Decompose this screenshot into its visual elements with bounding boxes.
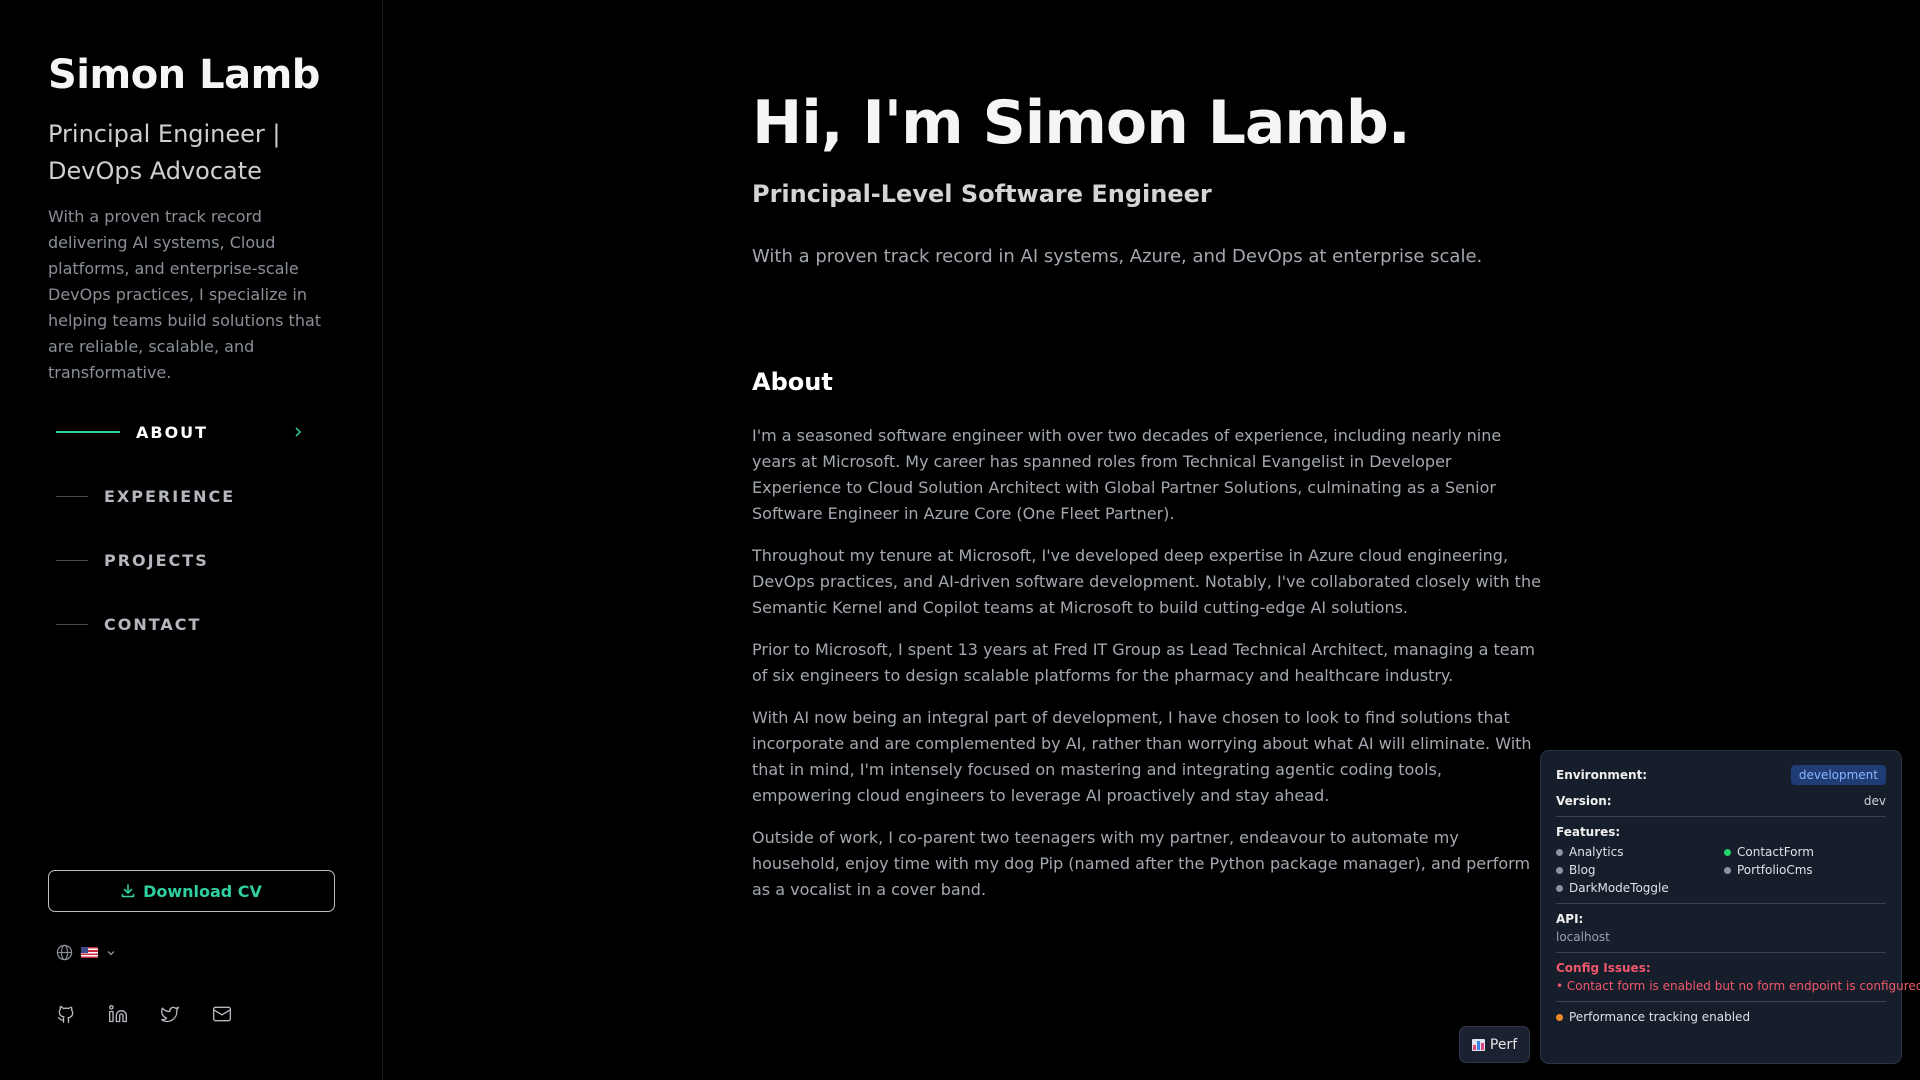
download-cv-button[interactable]: Download CV — [48, 870, 335, 912]
language-selector[interactable] — [56, 944, 116, 961]
chevron-right-icon — [295, 427, 302, 437]
nav-indicator-line — [56, 495, 88, 497]
status-dot-icon — [1556, 866, 1563, 874]
status-dot-icon — [1724, 848, 1731, 856]
nav-item-contact[interactable]: CONTACT — [56, 592, 316, 656]
social-links — [56, 1004, 232, 1024]
environment-badge: development — [1790, 765, 1886, 785]
version-label: Version: — [1556, 794, 1612, 808]
divider — [1556, 816, 1886, 817]
divider — [1556, 903, 1886, 904]
feature-item: Analytics — [1556, 845, 1724, 859]
bar-chart-icon — [1471, 1038, 1485, 1051]
environment-row: Environment: development — [1556, 765, 1886, 785]
version-row: Version: dev — [1556, 794, 1886, 808]
features-list: Analytics ContactForm Blog PortfolioCms … — [1556, 845, 1886, 895]
about-paragraph: Throughout my tenure at Microsoft, I've … — [752, 546, 1541, 617]
hero-description: With a proven track record in AI systems… — [752, 246, 1483, 267]
hero-subtitle: Principal-Level Software Engineer — [752, 180, 1212, 208]
nav-label: CONTACT — [104, 614, 202, 634]
us-flag-icon — [81, 947, 98, 958]
download-icon — [121, 884, 135, 898]
github-icon[interactable] — [56, 1004, 76, 1024]
feature-name: PortfolioCms — [1737, 863, 1813, 877]
status-dot-icon — [1556, 848, 1563, 856]
hero-title: Hi, I'm Simon Lamb. — [752, 88, 1411, 158]
feature-name: DarkModeToggle — [1569, 881, 1669, 895]
nav-label: ABOUT — [136, 422, 209, 442]
nav-indicator-line — [56, 431, 120, 433]
divider — [1556, 952, 1886, 953]
feature-name: Blog — [1569, 863, 1596, 877]
feature-item: Blog — [1556, 863, 1724, 877]
download-cv-label: Download CV — [143, 881, 262, 901]
feature-item: DarkModeToggle — [1556, 881, 1724, 895]
dev-config-panel: Environment: development Version: dev Fe… — [1540, 750, 1920, 1064]
status-dot-icon — [1724, 866, 1731, 874]
feature-name: Analytics — [1569, 845, 1624, 859]
nav-item-experience[interactable]: EXPERIENCE — [56, 464, 316, 528]
nav-item-projects[interactable]: PROJECTS — [56, 528, 316, 592]
features-label: Features: — [1556, 825, 1621, 839]
nav-label: PROJECTS — [104, 550, 209, 570]
api-label: API: — [1556, 912, 1584, 926]
divider — [1556, 1001, 1886, 1002]
about-heading: About — [752, 368, 833, 396]
version-value: dev — [1863, 794, 1886, 808]
site-bio: With a proven track record delivering AI… — [48, 207, 322, 382]
config-issue-item: • Contact form is enabled but no form en… — [1556, 979, 1920, 993]
feature-name: ContactForm — [1737, 845, 1814, 859]
environment-label: Environment: — [1556, 768, 1648, 782]
perf-button-label: Perf — [1489, 1036, 1518, 1053]
perf-button[interactable]: Perf — [1459, 1026, 1530, 1063]
status-dot-icon — [1556, 884, 1563, 892]
api-value: localhost — [1556, 930, 1610, 944]
mail-icon[interactable] — [212, 1004, 232, 1024]
nav-indicator-line — [56, 559, 88, 561]
nav-label: EXPERIENCE — [104, 486, 236, 506]
config-issues-label: Config Issues: — [1556, 961, 1651, 975]
section-nav: ABOUT EXPERIENCE PROJECTS CONTACT — [56, 400, 316, 656]
feature-item: PortfolioCms — [1724, 863, 1892, 877]
about-paragraph: Outside of work, I co-parent two teenage… — [752, 828, 1531, 899]
twitter-icon[interactable] — [160, 1004, 180, 1024]
nav-item-about[interactable]: ABOUT — [56, 400, 316, 464]
chevron-down-icon — [107, 950, 115, 955]
about-section: I'm a seasoned software engineer with ov… — [752, 423, 1542, 919]
feature-item: ContactForm — [1724, 845, 1892, 859]
site-title: Principal Engineer | DevOps Advocate — [48, 120, 281, 185]
linkedin-icon[interactable] — [108, 1004, 128, 1024]
about-paragraph: With AI now being an integral part of de… — [752, 708, 1532, 805]
perf-tracking-text: Performance tracking enabled — [1569, 1010, 1751, 1024]
status-dot-icon — [1556, 1013, 1563, 1021]
globe-icon — [56, 944, 73, 961]
site-name: Simon Lamb — [48, 52, 320, 98]
nav-indicator-line — [56, 623, 88, 625]
perf-tracking-status: Performance tracking enabled — [1556, 1010, 1886, 1024]
about-paragraph: I'm a seasoned software engineer with ov… — [752, 426, 1502, 523]
sidebar: Simon Lamb Principal Engineer | DevOps A… — [0, 0, 383, 1080]
about-paragraph: Prior to Microsoft, I spent 13 years at … — [752, 640, 1536, 685]
